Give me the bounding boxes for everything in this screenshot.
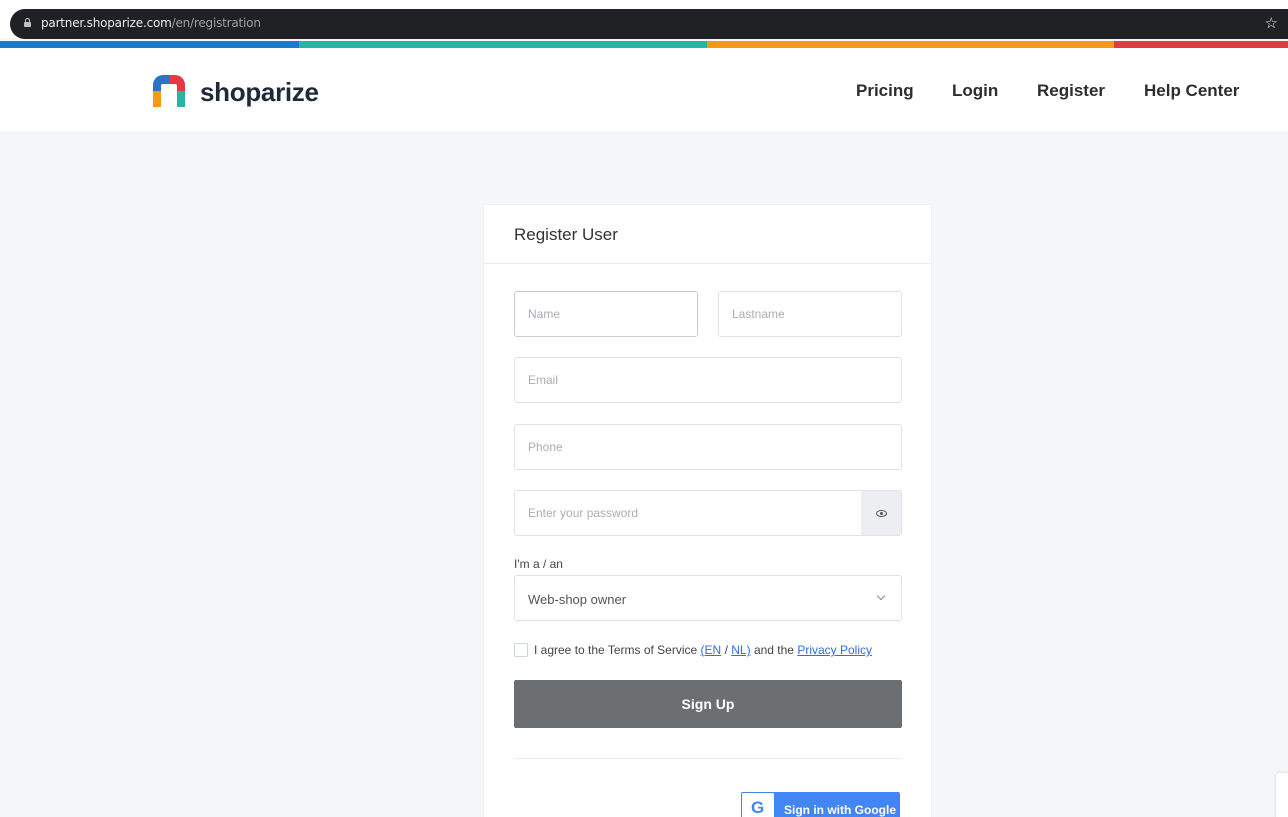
- register-card: Register User I'm a / an Web-shop owner …: [483, 204, 932, 817]
- lock-icon: [24, 18, 31, 27]
- google-icon: G: [742, 793, 774, 817]
- lastname-field[interactable]: [718, 291, 902, 337]
- google-sign-in-button[interactable]: G Sign in with Google: [741, 792, 900, 817]
- google-sign-in-label: Sign in with Google: [784, 803, 896, 817]
- recaptcha-badge[interactable]: [1276, 773, 1288, 817]
- role-select-value: Web-shop owner: [528, 592, 627, 607]
- strip-segment-orange: [707, 41, 1114, 48]
- email-field[interactable]: [514, 357, 902, 403]
- role-label: I'm a / an: [514, 557, 563, 571]
- card-title: Register User: [514, 225, 618, 244]
- url-path: /en/registration: [171, 16, 261, 30]
- url-host: partner.shoparize.com: [41, 16, 172, 30]
- terms-nl-link[interactable]: NL): [731, 643, 750, 657]
- chevron-down-icon: [876, 591, 886, 601]
- name-field[interactable]: [514, 291, 698, 337]
- brand-name[interactable]: shoparize: [200, 77, 319, 108]
- password-field[interactable]: [514, 490, 862, 536]
- eye-icon: [876, 510, 887, 517]
- brand-color-strip: [0, 41, 1288, 48]
- shoparize-logo-icon[interactable]: [153, 75, 185, 107]
- terms-checkbox[interactable]: [514, 643, 528, 657]
- nav-register[interactable]: Register: [1037, 81, 1105, 101]
- terms-prefix: I agree to the Terms of Service: [534, 643, 698, 657]
- strip-segment-red: [1114, 41, 1288, 48]
- card-header: Register User: [484, 205, 931, 264]
- sign-up-button[interactable]: Sign Up: [514, 680, 902, 728]
- url-text[interactable]: partner.shoparize.com/en/registration: [41, 16, 261, 30]
- strip-segment-blue: [0, 41, 299, 48]
- terms-text: I agree to the Terms of Service (EN / NL…: [534, 643, 872, 657]
- phone-field[interactable]: [514, 424, 902, 470]
- terms-mid: and the: [753, 643, 794, 657]
- site-header: shoparize Pricing Login Register Help Ce…: [0, 48, 1288, 131]
- divider: [514, 758, 902, 759]
- terms-en-link[interactable]: (EN: [701, 643, 722, 657]
- terms-separator: /: [724, 643, 728, 657]
- url-field[interactable]: partner.shoparize.com/en/registration ☆: [10, 9, 1288, 39]
- browser-address-bar: partner.shoparize.com/en/registration ☆: [0, 0, 1288, 39]
- strip-segment-teal: [299, 41, 707, 48]
- privacy-policy-link[interactable]: Privacy Policy: [797, 643, 872, 657]
- nav-pricing[interactable]: Pricing: [856, 81, 914, 101]
- nav-login[interactable]: Login: [952, 81, 998, 101]
- role-select[interactable]: Web-shop owner: [514, 575, 902, 621]
- nav-help-center[interactable]: Help Center: [1144, 81, 1239, 101]
- bookmark-star-icon[interactable]: ☆: [1265, 14, 1278, 32]
- show-password-button[interactable]: [861, 490, 902, 536]
